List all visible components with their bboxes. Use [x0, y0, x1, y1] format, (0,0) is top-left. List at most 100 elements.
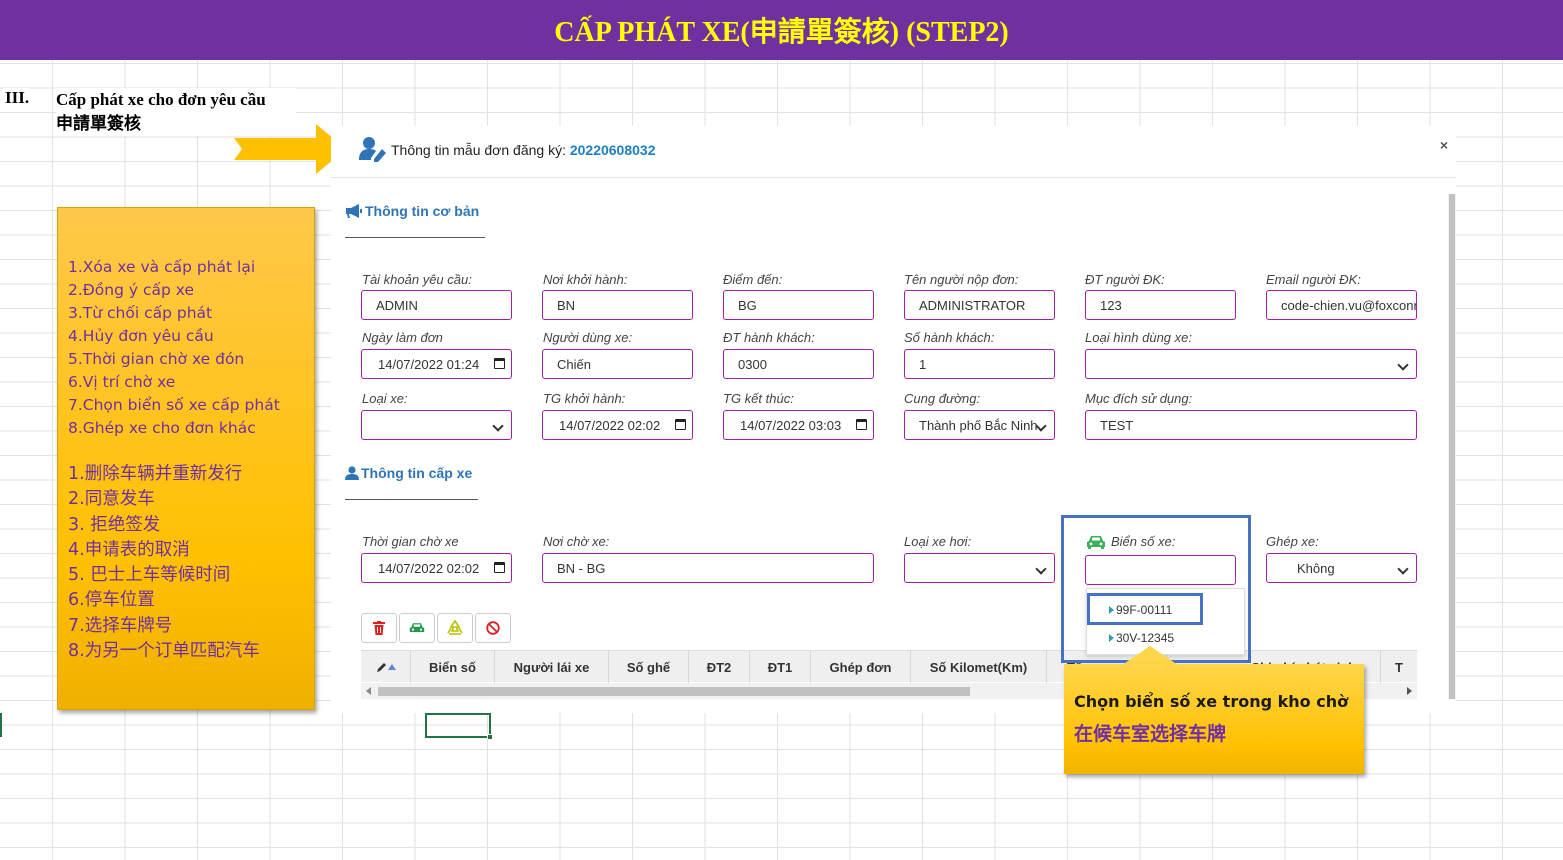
label-vehicle-user: Người dùng xe:: [543, 330, 633, 345]
departure-time-field[interactable]: 14/07/2022 02:02: [542, 410, 693, 440]
passenger-phone-field[interactable]: 0300: [723, 349, 874, 379]
label-wait-location: Nơi chờ xe:: [543, 534, 610, 549]
col-phone2[interactable]: ĐT2: [689, 651, 750, 683]
label-car-type: Loại xe hơi:: [904, 534, 972, 549]
col-merge-order[interactable]: Ghép đơn: [811, 651, 911, 683]
calendar-icon[interactable]: [494, 562, 505, 573]
note-line-zh: 2.同意发车: [68, 489, 155, 510]
callout-text-zh: 在候车室选择车牌: [1074, 723, 1227, 745]
close-button[interactable]: ×: [1440, 137, 1448, 153]
section-heading-vi: Cấp phát xe cho đơn yêu cầu: [56, 90, 266, 109]
label-registrant-email: Email người ĐK:: [1266, 272, 1361, 287]
fill-handle[interactable]: [487, 734, 493, 740]
note-line-zh: 3. 拒绝签发: [68, 514, 161, 535]
page-title: CẤP PHÁT XE(申請單簽核) (STEP2): [0, 0, 1563, 60]
note-line: 7.Chọn biển số xe cấp phát: [68, 396, 280, 414]
label-departure: Nơi khởi hành:: [543, 272, 628, 287]
end-time-value: 14/07/2022 03:03: [740, 417, 842, 433]
note-line: 8.Ghép xe cho đơn khác: [68, 419, 256, 437]
megaphone-icon: [346, 204, 362, 218]
scroll-thumb[interactable]: [378, 687, 970, 696]
label-applicant-name: Tên người nộp đơn:: [904, 272, 1019, 287]
edit-sort-column[interactable]: [361, 651, 411, 683]
ban-icon: [486, 621, 500, 635]
registrant-email-field[interactable]: code-chien.vu@foxconn.com: [1266, 290, 1417, 320]
col-seats[interactable]: Số ghế: [609, 651, 689, 683]
note-line-zh: 8.为另一个订单匹配汽车: [68, 641, 260, 662]
note-line-zh: 7.选择车牌号: [68, 615, 173, 636]
calendar-icon[interactable]: [856, 419, 867, 430]
car-type-select[interactable]: [904, 553, 1055, 583]
label-departure-time: TG khởi hành:: [543, 391, 626, 406]
vertical-scrollbar[interactable]: [1448, 194, 1456, 699]
selected-cell[interactable]: [425, 713, 493, 740]
departure-time-value: 14/07/2022 02:02: [559, 417, 661, 433]
note-line-zh: 4.申请表的取消: [68, 539, 190, 560]
delete-button[interactable]: [361, 613, 397, 643]
recycle-icon: [447, 620, 463, 635]
departure-field[interactable]: BN: [542, 290, 693, 320]
route-select[interactable]: Thành phố Bắc Ninh: [904, 410, 1055, 440]
calendar-icon[interactable]: [675, 419, 686, 430]
col-plate[interactable]: Biển số: [411, 651, 495, 683]
vehicle-user-field[interactable]: Chiến: [542, 349, 693, 379]
label-requester-account: Tài khoản yêu cầu:: [362, 272, 472, 287]
plate-field-highlight: [1061, 515, 1251, 663]
note-line-zh: 6.停车位置: [68, 590, 155, 611]
row-selection-marker: [0, 713, 2, 737]
registrant-phone-field[interactable]: 123: [1085, 290, 1236, 320]
end-time-field[interactable]: 14/07/2022 03:03: [723, 410, 874, 440]
cancel-request-button[interactable]: [475, 613, 511, 643]
label-registrant-phone: ĐT người ĐK:: [1085, 272, 1165, 287]
note-line-zh: 5. 巴士上车等候时间: [68, 565, 231, 586]
col-phone1[interactable]: ĐT1: [750, 651, 811, 683]
label-purpose: Mục đích sử dụng:: [1085, 391, 1193, 406]
scroll-right-icon[interactable]: [1407, 687, 1412, 695]
col-kilometer[interactable]: Số Kilomet(Km): [911, 651, 1047, 683]
approve-car-button[interactable]: [399, 613, 435, 643]
label-passenger-count: Số hành khách:: [904, 330, 995, 345]
label-passenger-phone: ĐT hành khách:: [723, 330, 815, 345]
pencil-icon: [376, 663, 386, 672]
requester-account-field[interactable]: ADMIN: [361, 290, 512, 320]
note-line: 6.Vị trí chờ xe: [68, 373, 176, 391]
car-icon: [409, 623, 425, 632]
wait-time-field[interactable]: 14/07/2022 02:02: [361, 553, 512, 583]
label-wait-time: Thời gian chờ xe: [362, 534, 459, 549]
callout-pointer: [1122, 646, 1178, 665]
allocation-info-title: Thông tin cấp xe: [361, 465, 473, 481]
calendar-icon[interactable]: [494, 358, 505, 369]
user-edit-icon: [359, 137, 386, 162]
label-request-date: Ngày làm đơn: [362, 330, 443, 345]
merge-select[interactable]: Không: [1266, 553, 1417, 583]
note-line: 4.Hủy đơn yêu cầu: [68, 327, 214, 345]
request-date-field[interactable]: 14/07/2022 01:24: [361, 349, 512, 379]
note-line-zh: 1.删除车辆并重新发行: [68, 464, 243, 484]
destination-field[interactable]: BG: [723, 290, 874, 320]
label-route: Cung đường:: [904, 391, 981, 406]
vehicle-type-select[interactable]: [361, 410, 512, 440]
col-more[interactable]: T: [1381, 651, 1417, 683]
plate-callout: Chọn biển số xe trong kho chờ 在候车室选择车牌: [1064, 664, 1364, 774]
reject-button[interactable]: [437, 613, 473, 643]
wait-time-value: 14/07/2022 02:02: [378, 560, 480, 576]
col-driver[interactable]: Người lái xe: [495, 651, 609, 683]
label-destination: Điểm đến:: [723, 272, 783, 287]
note-line: 3.Từ chối cấp phát: [68, 304, 213, 322]
purpose-field[interactable]: TEST: [1085, 410, 1417, 440]
applicant-name-field[interactable]: ADMINISTRATOR: [904, 290, 1055, 320]
label-end-time: TG kết thúc:: [723, 391, 794, 406]
wait-location-field[interactable]: BN - BG: [542, 553, 874, 583]
usage-type-select[interactable]: [1085, 349, 1417, 379]
passenger-count-field[interactable]: 1: [904, 349, 1055, 379]
sort-up-icon: [387, 664, 396, 670]
basic-info-heading: Thông tin cơ bản: [345, 203, 479, 219]
note-line: 2.Đồng ý cấp xe: [68, 281, 194, 299]
note-line: 1.Xóa xe và cấp phát lại: [68, 258, 256, 276]
divider: [345, 237, 485, 238]
form-number: 20220608032: [569, 142, 656, 158]
label-vehicle-type: Loại xe:: [362, 391, 408, 406]
note-line: 5.Thời gian chờ xe đón: [68, 350, 245, 368]
allocation-info-heading: Thông tin cấp xe: [345, 465, 472, 481]
scroll-left-icon[interactable]: [366, 687, 371, 695]
